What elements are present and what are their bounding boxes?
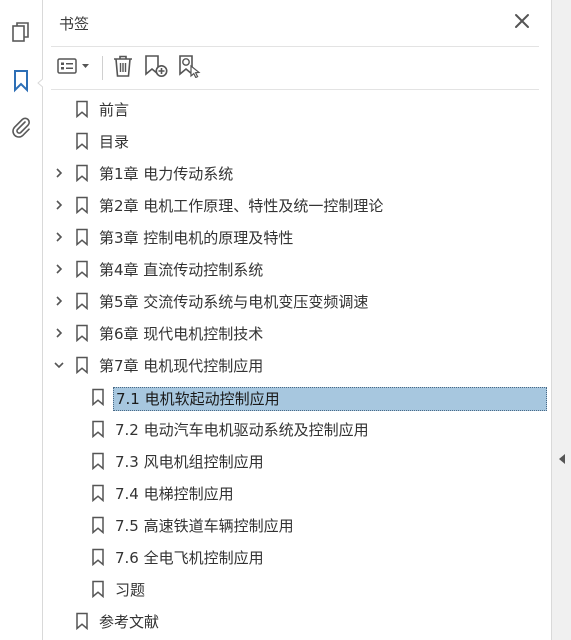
bookmark-row[interactable]: 第5章 交流传动系统与电机变压变频调速	[43, 287, 550, 315]
bookmark-label[interactable]: 第6章 现代电机控制技术	[97, 323, 265, 345]
bookmark-icon	[75, 612, 89, 631]
bookmark-row[interactable]: 目录	[43, 127, 550, 155]
bookmark-icon	[75, 196, 89, 215]
bookmark-icon	[91, 420, 105, 439]
chevron-right-icon[interactable]	[51, 197, 67, 213]
bookmark-row[interactable]: 前言	[43, 95, 550, 123]
chevron-right-icon[interactable]	[51, 229, 67, 245]
new-bookmark-button[interactable]	[142, 54, 170, 82]
bookmark-label[interactable]: 7.4 电梯控制应用	[113, 483, 236, 505]
find-current-bookmark-icon	[177, 54, 203, 82]
options-menu-icon	[57, 57, 93, 79]
bookmark-label[interactable]: 7.6 全电飞机控制应用	[113, 547, 266, 569]
bookmark-icon	[91, 484, 105, 503]
bookmark-icon	[91, 388, 105, 407]
bookmark-row[interactable]: 7.6 全电飞机控制应用	[43, 543, 550, 571]
delete-bookmark-button[interactable]	[109, 54, 137, 82]
bookmark-row[interactable]: 第1章 电力传动系统	[43, 159, 550, 187]
chevron-right-icon[interactable]	[51, 261, 67, 277]
bookmark-icon	[75, 324, 89, 343]
panel-header: 书签	[43, 0, 550, 46]
bookmark-icon	[75, 228, 89, 247]
toolbar-divider	[102, 56, 103, 80]
bookmark-icon	[91, 516, 105, 535]
page-thumbnails-icon	[10, 21, 32, 49]
bookmark-label[interactable]: 第4章 直流传动控制系统	[97, 259, 265, 281]
page-thumbnails-button[interactable]	[6, 20, 36, 50]
bookmark-row[interactable]: 7.5 高速铁道车辆控制应用	[43, 511, 550, 539]
bookmark-label[interactable]: 7.1 电机软起动控制应用	[113, 387, 547, 411]
attachment-icon	[10, 115, 32, 143]
chevron-right-icon[interactable]	[51, 325, 67, 341]
chevron-right-icon[interactable]	[51, 165, 67, 181]
find-current-bookmark-button[interactable]	[176, 54, 204, 82]
bookmark-label[interactable]: 7.3 风电机组控制应用	[113, 451, 266, 473]
bookmark-label[interactable]: 习题	[113, 579, 147, 601]
bookmark-row[interactable]: 第6章 现代电机控制技术	[43, 319, 550, 347]
bookmark-icon	[12, 69, 30, 97]
bookmark-label[interactable]: 目录	[97, 131, 131, 153]
options-menu-button[interactable]	[55, 54, 95, 82]
bookmark-label[interactable]: 7.5 高速铁道车辆控制应用	[113, 515, 296, 537]
bookmark-icon	[75, 260, 89, 279]
bookmark-label[interactable]: 参考文献	[97, 611, 161, 633]
chevron-down-icon[interactable]	[51, 357, 67, 373]
collapse-pane-button[interactable]	[556, 452, 568, 466]
bookmarks-panel: 书签 前言 目录 第1章 电力传动系统 第2章 电机工作原理、特性及统一控制理论…	[43, 0, 550, 640]
new-bookmark-icon	[143, 54, 169, 82]
bookmark-icon	[91, 548, 105, 567]
delete-bookmark-icon	[112, 54, 134, 82]
bookmark-icon	[75, 132, 89, 151]
panel-title: 书签	[59, 15, 90, 33]
bookmark-row[interactable]: 第7章 电机现代控制应用	[43, 351, 550, 379]
bookmarks-toolbar	[51, 46, 539, 90]
bookmark-icon	[91, 580, 105, 599]
bookmark-label[interactable]: 第1章 电力传动系统	[97, 163, 235, 185]
bookmark-icon	[75, 356, 89, 375]
bookmark-row[interactable]: 第3章 控制电机的原理及特性	[43, 223, 550, 251]
bookmark-row[interactable]: 参考文献	[43, 607, 550, 635]
bookmark-row[interactable]: 第2章 电机工作原理、特性及统一控制理论	[43, 191, 550, 219]
close-panel-button[interactable]	[511, 12, 533, 34]
navigation-pane-splitter[interactable]	[551, 0, 571, 640]
bookmark-label[interactable]: 第3章 控制电机的原理及特性	[97, 227, 295, 249]
bookmark-label[interactable]: 第7章 电机现代控制应用	[97, 355, 265, 377]
bookmark-label[interactable]: 7.2 电动汽车电机驱动系统及控制应用	[113, 419, 371, 441]
bookmark-icon	[75, 292, 89, 311]
bookmark-row[interactable]: 7.3 风电机组控制应用	[43, 447, 550, 475]
left-tool-rail	[0, 0, 45, 640]
bookmark-label[interactable]: 第5章 交流传动系统与电机变压变频调速	[97, 291, 370, 313]
bookmark-row[interactable]: 第4章 直流传动控制系统	[43, 255, 550, 283]
bookmark-icon	[91, 452, 105, 471]
bookmark-icon	[75, 100, 89, 119]
bookmark-label[interactable]: 前言	[97, 99, 131, 121]
bookmark-row[interactable]: 习题	[43, 575, 550, 603]
chevron-right-icon[interactable]	[51, 293, 67, 309]
bookmark-row[interactable]: 7.4 电梯控制应用	[43, 479, 550, 507]
bookmark-label[interactable]: 第2章 电机工作原理、特性及统一控制理论	[97, 195, 385, 217]
bookmark-row[interactable]: 7.1 电机软起动控制应用	[43, 383, 550, 411]
bookmark-row[interactable]: 7.2 电动汽车电机驱动系统及控制应用	[43, 415, 550, 443]
attachments-button[interactable]	[6, 114, 36, 144]
bookmark-icon	[75, 164, 89, 183]
triangle-left-icon	[558, 450, 566, 469]
close-icon	[514, 13, 530, 33]
bookmarks-panel-button[interactable]	[6, 68, 36, 98]
